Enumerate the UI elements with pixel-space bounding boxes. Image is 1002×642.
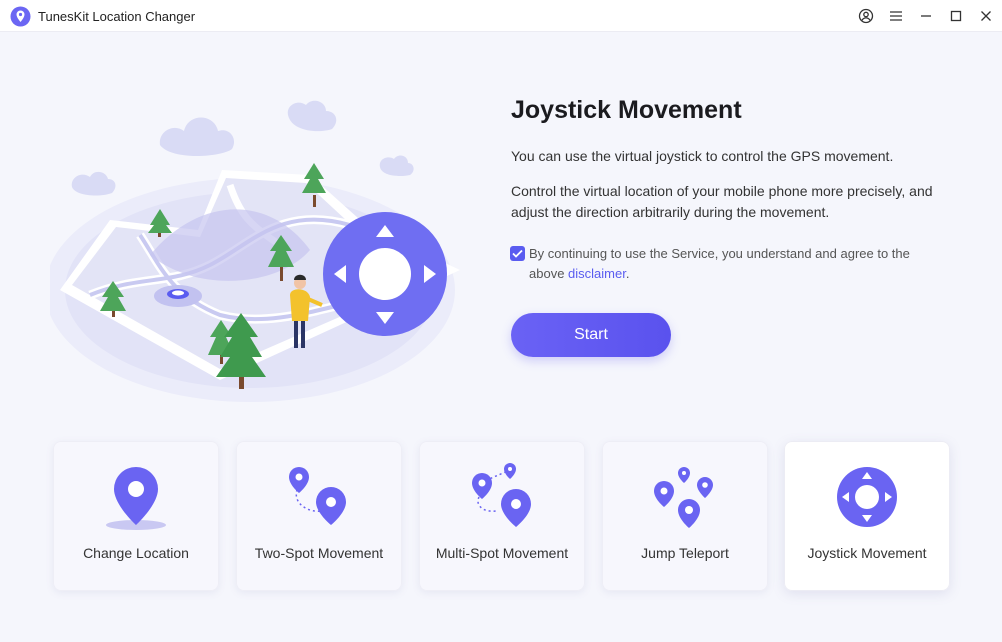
mode-label: Jump Teleport xyxy=(641,545,729,561)
multi-spot-icon xyxy=(472,463,531,527)
close-icon xyxy=(981,11,991,21)
mode-label: Multi-Spot Movement xyxy=(435,545,569,561)
feature-title: Joystick Movement xyxy=(511,96,742,124)
checkmark-icon xyxy=(512,249,523,258)
mode-label: Two-Spot Movement xyxy=(254,545,384,561)
mode-card-two-spot[interactable]: Two-Spot Movement xyxy=(236,441,402,591)
joystick-icon xyxy=(323,212,447,336)
feature-description-detail: Control the virtual location of your mob… xyxy=(511,183,933,220)
mode-card-multi-spot[interactable]: Multi-Spot Movement xyxy=(419,441,585,591)
agreement-end: . xyxy=(625,266,630,281)
location-pin-icon xyxy=(106,467,166,530)
account-icon xyxy=(858,8,874,24)
mode-card-joystick[interactable]: Joystick Movement xyxy=(784,441,950,591)
mode-label: Change Location xyxy=(83,545,189,561)
agreement-checkbox[interactable] xyxy=(510,246,525,261)
disclaimer-link[interactable]: disclaimer xyxy=(568,266,626,281)
menu-icon xyxy=(890,11,902,21)
minimize-icon xyxy=(921,15,931,17)
title-bar: TunesKit Location Changer xyxy=(0,0,1002,32)
mode-card-change-location[interactable]: Change Location xyxy=(53,441,219,591)
feature-description: You can use the virtual joystick to cont… xyxy=(511,148,894,164)
app-logo-icon xyxy=(10,6,31,27)
mode-card-jump-teleport[interactable]: Jump Teleport xyxy=(602,441,768,591)
menu-button[interactable] xyxy=(886,6,906,26)
jump-teleport-icon xyxy=(654,467,713,528)
joystick-icon xyxy=(837,467,897,527)
account-button[interactable] xyxy=(856,6,876,26)
two-spot-icon xyxy=(289,467,346,525)
start-button[interactable]: Start xyxy=(511,313,671,357)
maximize-icon xyxy=(950,10,962,22)
minimize-button[interactable] xyxy=(916,6,936,26)
window-title: TunesKit Location Changer xyxy=(38,9,196,24)
close-button[interactable] xyxy=(976,6,996,26)
mode-label: Joystick Movement xyxy=(807,545,927,561)
maximize-button[interactable] xyxy=(946,6,966,26)
agreement-row: By continuing to use the Service, you un… xyxy=(510,244,940,284)
agreement-text-block: By continuing to use the Service, you un… xyxy=(510,244,940,284)
joystick-map-illustration xyxy=(50,100,460,402)
